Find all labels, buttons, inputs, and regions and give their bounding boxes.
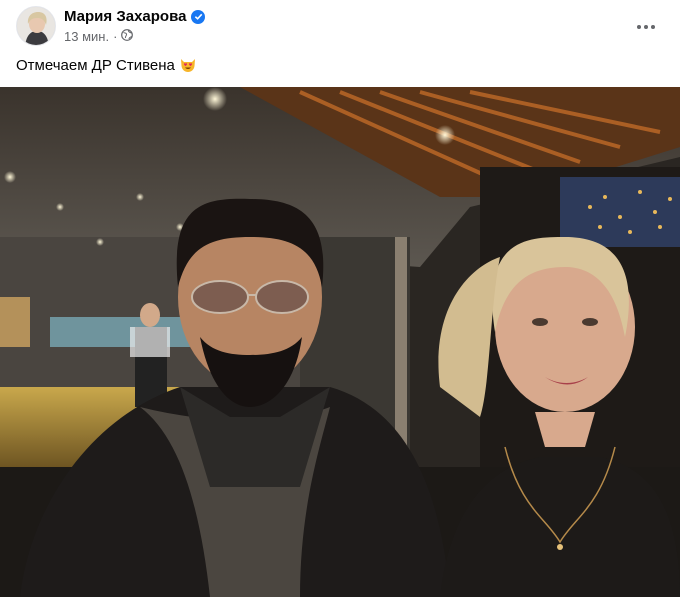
separator-dot: · — [113, 29, 118, 44]
post-header: Мария Захарова 13 мин. · — [0, 0, 680, 52]
post-timestamp[interactable]: 13 мин. — [64, 29, 109, 44]
post-photo[interactable] — [0, 87, 680, 597]
author-name[interactable]: Мария Захарова — [64, 8, 186, 25]
smiling-cat-heart-eyes-icon — [180, 59, 195, 72]
more-options-button[interactable] — [629, 10, 663, 44]
caption-text: Отмечаем ДР Стивена — [16, 56, 175, 74]
post-caption: Отмечаем ДР Стивена — [16, 56, 197, 74]
verified-badge-icon — [191, 9, 206, 24]
author-avatar[interactable] — [16, 6, 56, 46]
more-dots-icon — [637, 25, 655, 29]
globe-icon[interactable] — [121, 29, 134, 44]
